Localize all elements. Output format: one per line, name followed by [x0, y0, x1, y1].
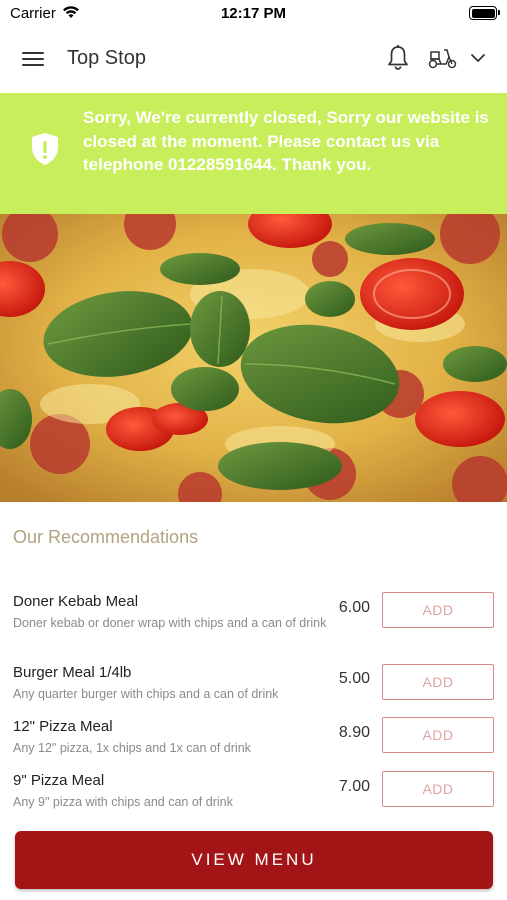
view-menu-button[interactable]: VIEW MENU — [15, 831, 493, 889]
item-description: Any quarter burger with chips and a can … — [13, 687, 279, 701]
menu-icon[interactable] — [22, 50, 46, 68]
closed-banner: Sorry, We're currently closed, Sorry our… — [0, 93, 507, 214]
add-button[interactable]: ADD — [382, 717, 494, 753]
add-button[interactable]: ADD — [382, 664, 494, 700]
add-button[interactable]: ADD — [382, 771, 494, 807]
item-name: Burger Meal 1/4lb — [13, 664, 132, 681]
battery-icon — [469, 6, 500, 20]
item-description: Any 9" pizza with chips and can of drink — [13, 795, 233, 809]
chevron-down-icon[interactable] — [470, 50, 486, 66]
hero-image — [0, 214, 507, 502]
clock: 12:17 PM — [220, 5, 287, 22]
bell-icon[interactable] — [386, 44, 410, 72]
item-name: 9" Pizza Meal — [13, 772, 105, 789]
item-name: Doner Kebab Meal — [13, 593, 139, 610]
page-title: Top Stop — [67, 47, 146, 69]
shield-alert-icon — [32, 133, 58, 165]
item-price: 7.00 — [338, 778, 370, 795]
closed-message: Sorry, We're currently closed, Sorry our… — [83, 108, 489, 174]
item-price: 6.00 — [338, 599, 370, 616]
item-price: 8.90 — [338, 724, 370, 741]
section-title: Our Recommendations — [13, 527, 199, 547]
item-description: Doner kebab or doner wrap with chips and… — [13, 616, 327, 630]
scooter-icon[interactable] — [427, 46, 459, 70]
app-header: Top Stop — [0, 28, 507, 93]
pizza-photo — [0, 214, 507, 502]
item-name: 12" Pizza Meal — [13, 718, 113, 735]
item-price: 5.00 — [338, 670, 370, 687]
item-description: Any 12" pizza, 1x chips and 1x can of dr… — [13, 741, 251, 755]
add-button[interactable]: ADD — [382, 592, 494, 628]
status-bar: Carrier 12:17 PM — [0, 0, 507, 28]
